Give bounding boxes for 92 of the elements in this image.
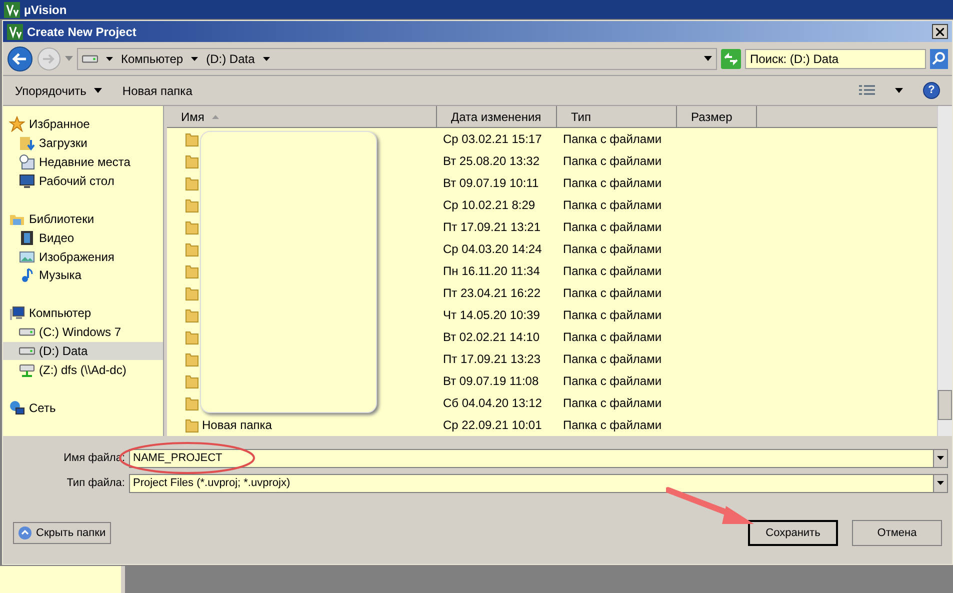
table-cell: Папка с файлами <box>563 132 662 146</box>
file-type-dropdown[interactable]: Project Files (*.uvproj; *.uvprojx) <box>129 474 948 492</box>
table-cell: Папка с файлами <box>563 396 662 410</box>
back-button[interactable] <box>7 46 33 72</box>
dialog-button[interactable]: Отмена <box>852 520 942 546</box>
sidebar-item[interactable]: Музыка <box>3 266 163 285</box>
film-icon <box>19 230 35 246</box>
landscape-icon <box>19 248 35 265</box>
sidebar-item[interactable]: Компьютер <box>3 304 163 323</box>
sidebar-item[interactable]: Рабочий стол <box>3 172 163 190</box>
folder-icon <box>185 417 199 433</box>
address-bar[interactable]: Компьютер (D:) Data <box>77 48 717 70</box>
hide-folders-button[interactable]: Скрыть папки <box>13 522 111 544</box>
sidebar-item[interactable]: Загрузки <box>3 134 163 153</box>
sidebar-item[interactable]: (D:) Data <box>3 342 163 360</box>
table-cell: Папка с файлами <box>563 176 662 190</box>
dialog-button[interactable]: Сохранить <box>748 520 838 546</box>
star-icon <box>9 116 25 132</box>
computer-icon <box>9 305 25 322</box>
table-cell: Папка с файлами <box>563 374 662 388</box>
column-header[interactable]: Дата изменения <box>437 106 557 127</box>
sidebar-item[interactable]: Сеть <box>3 398 163 417</box>
table-cell: Папка с файлами <box>563 286 662 300</box>
network-drive-icon <box>19 362 35 378</box>
table-cell: Папка с файлами <box>563 264 662 278</box>
drive-icon <box>19 328 35 336</box>
sidebar-item[interactable]: (C:) Windows 7 <box>3 322 163 342</box>
column-header[interactable]: Имя <box>167 106 437 127</box>
caret-icon[interactable] <box>262 56 270 60</box>
caret-icon[interactable] <box>191 56 198 60</box>
drive-icon <box>82 54 98 62</box>
caret-icon[interactable] <box>895 88 903 93</box>
table-cell: Чт 14.05.20 10:39 <box>443 308 540 322</box>
table-cell: Ср 03.02.21 15:17 <box>443 132 542 146</box>
table-cell-text: Новая папка <box>202 417 272 434</box>
table-cell: Папка с файлами <box>563 352 662 366</box>
scrollbar[interactable] <box>937 106 952 436</box>
caret-icon <box>94 88 102 93</box>
clock-window-icon <box>19 154 35 170</box>
caret-icon[interactable] <box>106 56 113 60</box>
table-cell: Папка с файлами <box>563 330 662 344</box>
view-list-icon[interactable] <box>859 84 875 96</box>
column-header[interactable]: Тип <box>557 106 677 127</box>
table-cell: Ср 10.02.21 8:29 <box>443 198 536 212</box>
help-button[interactable]: ? <box>923 82 940 99</box>
monitor-icon <box>19 173 35 190</box>
app-title: µVision <box>24 2 67 18</box>
search-field[interactable]: Поиск: (D:) Data <box>745 48 926 68</box>
table-cell: Папка с файлами <box>563 308 662 322</box>
table-cell: Сб 04.04.20 13:12 <box>443 396 542 410</box>
search-icon[interactable] <box>930 48 948 68</box>
organize-button[interactable]: Упорядочить <box>15 82 102 100</box>
breadcrumb[interactable]: (D:) Data <box>206 50 255 68</box>
sidebar-item[interactable]: (Z:) dfs (\\Ad-dc) <box>3 360 163 380</box>
table-cell: Папка с файлами <box>563 154 662 168</box>
breadcrumb[interactable]: Компьютер <box>121 50 184 68</box>
sidebar-item[interactable]: Видео <box>3 228 163 248</box>
table-cell: Вт 09.07.19 11:08 <box>443 374 539 388</box>
file-name-field[interactable]: NAME_PROJECT <box>129 448 948 468</box>
dropdown-caret-icon[interactable] <box>704 56 712 61</box>
table-cell: Пн 16.11.20 11:34 <box>443 264 540 278</box>
field-label: Тип файла: <box>66 476 126 491</box>
table-cell: Папка с файлами <box>563 242 662 256</box>
table-cell: Папка с файлами <box>563 418 662 432</box>
sidebar-item[interactable]: Изображения <box>3 247 163 266</box>
new-folder-button[interactable]: Новая папка <box>122 82 192 100</box>
table-cell: Вт 02.02.21 14:10 <box>443 330 540 344</box>
table-cell: Пт 17.09.21 13:21 <box>443 220 541 234</box>
table-cell: Вт 09.07.19 10:11 <box>443 176 539 190</box>
refresh-button[interactable] <box>721 48 741 68</box>
globe-monitor-icon <box>9 400 25 416</box>
dropdown-caret-icon[interactable] <box>937 481 944 485</box>
table-cell: Папка с файлами <box>563 220 662 234</box>
dropdown-caret-icon[interactable] <box>937 456 944 460</box>
table-cell: Пт 23.04.21 16:22 <box>443 286 541 300</box>
column-header[interactable]: Размер <box>677 106 757 127</box>
app-logo-icon <box>4 2 20 18</box>
dialog-title: Create New Project <box>27 24 138 40</box>
drive-icon <box>19 346 35 355</box>
sidebar-item[interactable]: Библиотеки <box>3 209 163 228</box>
table-cell: Пт 17.09.21 13:23 <box>443 352 541 366</box>
sidebar-item[interactable]: Избранное <box>3 115 163 134</box>
close-icon <box>936 28 944 36</box>
close-button[interactable] <box>932 24 948 39</box>
music-note-icon <box>19 267 35 284</box>
table-cell: Вт 25.08.20 13:32 <box>443 154 540 168</box>
folder-arrow-icon <box>19 135 35 152</box>
table-cell: Ср 04.03.20 14:24 <box>443 242 542 256</box>
table-cell: Ср 22.09.21 10:01 <box>443 418 542 432</box>
sidebar-item[interactable]: Недавние места <box>3 152 163 172</box>
table-cell: Папка с файлами <box>563 198 662 212</box>
app-logo-icon <box>7 24 23 40</box>
